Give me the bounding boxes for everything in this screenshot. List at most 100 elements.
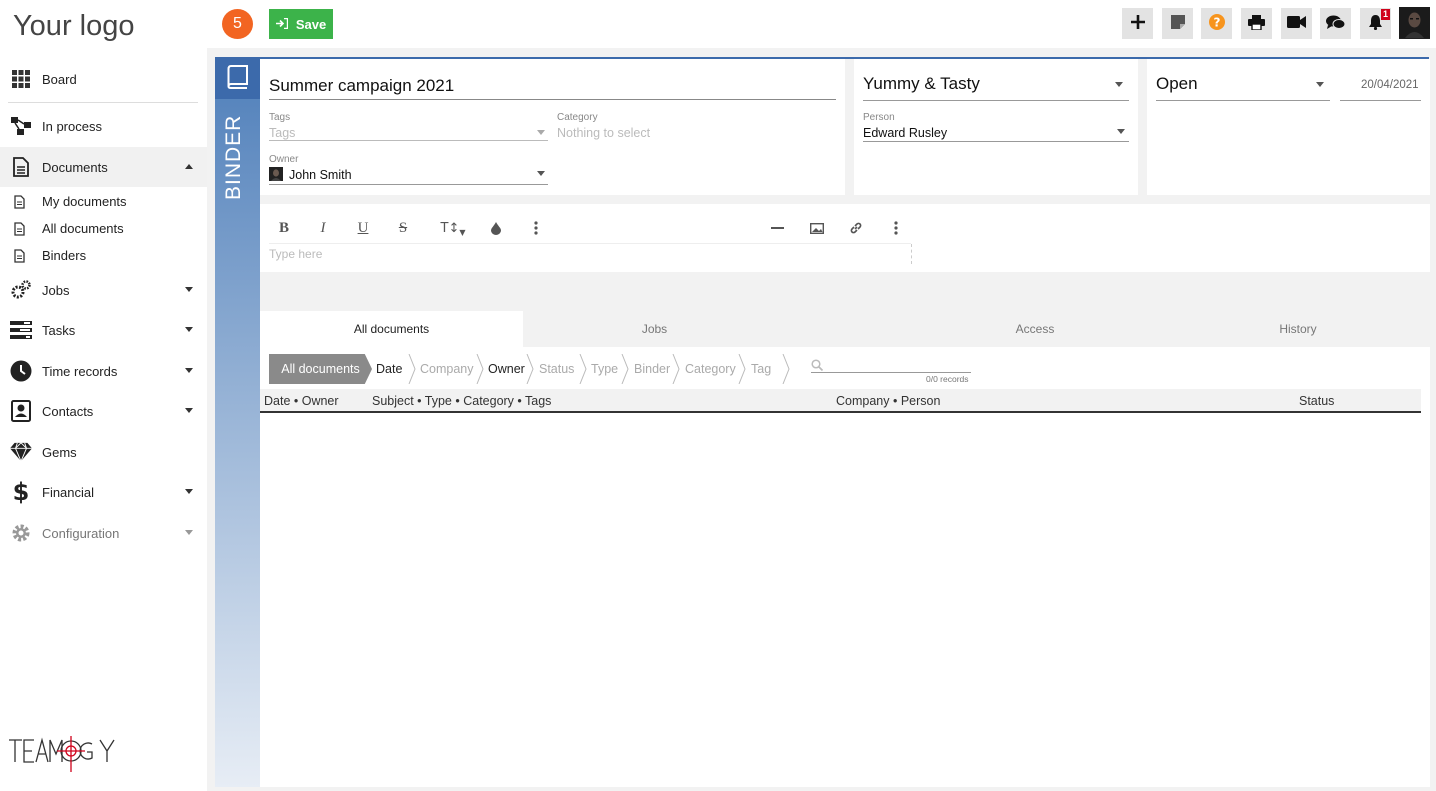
clock-icon	[10, 360, 32, 382]
tab-jobs[interactable]: Jobs	[523, 311, 786, 347]
chevron-down-icon[interactable]	[1117, 129, 1125, 134]
sidebar-item-label: All documents	[42, 221, 124, 236]
status-underline	[1156, 100, 1330, 101]
sidebar-item-board[interactable]: Board	[0, 59, 207, 99]
sidebar-item-documents[interactable]: Documents	[0, 147, 207, 187]
category-label: Category	[557, 112, 598, 123]
editor-text-area[interactable]: Type here	[269, 247, 322, 261]
italic-icon[interactable]: I	[313, 218, 333, 238]
tab-history[interactable]: History	[1168, 311, 1428, 347]
underline-icon[interactable]: U	[353, 218, 373, 238]
strikethrough-icon[interactable]: S	[393, 218, 413, 238]
sidebar-subitem-my-documents[interactable]: My documents	[0, 188, 207, 215]
dollar-icon: $	[12, 478, 30, 506]
column-header-company-person[interactable]: Company • Person	[836, 394, 940, 408]
notifications-button[interactable]: 1	[1360, 8, 1391, 39]
more-vertical-icon[interactable]	[526, 218, 546, 238]
sidebar-divider	[8, 102, 198, 103]
binder-side-label: BINDER	[222, 114, 245, 200]
user-avatar[interactable]	[1399, 6, 1430, 41]
tabs-bar: All documents Jobs Access History	[260, 311, 1430, 347]
video-camera-icon	[1287, 16, 1306, 31]
editor-resize-guide	[911, 244, 912, 264]
sidebar-item-label: Contacts	[42, 403, 94, 419]
color-drop-icon[interactable]	[486, 218, 506, 238]
sidebar-item-gems[interactable]: Gems	[0, 432, 207, 472]
font-size-icon[interactable]: T↕ ▼	[437, 218, 469, 238]
chevron-down-icon	[185, 530, 193, 535]
tags-underline	[269, 140, 548, 141]
link-icon[interactable]	[846, 218, 866, 238]
contact-card-icon	[10, 400, 32, 422]
chevron-up-icon	[185, 164, 193, 169]
save-button[interactable]: Save	[269, 9, 333, 39]
column-header-status[interactable]: Status	[1299, 394, 1334, 408]
help-button[interactable]: ?	[1201, 8, 1232, 39]
add-button[interactable]	[1122, 8, 1153, 39]
owner-label: Owner	[269, 154, 299, 165]
sidebar-subitem-all-documents[interactable]: All documents	[0, 215, 207, 242]
sticky-note-icon	[1170, 15, 1185, 32]
chevron-down-icon[interactable]	[1316, 82, 1324, 87]
sidebar-item-time-records[interactable]: Time records	[0, 351, 207, 391]
column-header-date-owner[interactable]: Date • Owner	[264, 394, 339, 408]
document-icon	[10, 156, 32, 178]
search-underline	[811, 372, 971, 373]
app-logo[interactable]: Your logo	[13, 10, 134, 43]
company-select[interactable]: Yummy & Tasty	[863, 74, 980, 94]
grid-icon	[10, 68, 32, 90]
print-button[interactable]	[1241, 8, 1272, 39]
editor-divider	[269, 243, 911, 244]
sidebar-item-in-process[interactable]: In process	[0, 106, 207, 146]
sidebar-item-jobs[interactable]: Jobs	[0, 270, 207, 310]
filter-all-documents[interactable]: All documents	[269, 354, 372, 384]
category-select[interactable]: Nothing to select	[557, 126, 650, 140]
sidebar-item-label: Board	[42, 71, 77, 87]
video-call-button[interactable]	[1281, 8, 1312, 39]
sidebar-item-configuration[interactable]: Configuration	[0, 513, 207, 553]
sidebar-item-contacts[interactable]: Contacts	[0, 391, 207, 431]
sidebar-item-label: Financial	[42, 484, 95, 500]
chevron-down-icon[interactable]	[537, 130, 545, 135]
sidebar-subitem-binders[interactable]: Binders	[0, 242, 207, 269]
plus-icon	[1130, 15, 1145, 32]
sidebar-item-label: Configuration	[42, 525, 120, 541]
owner-underline	[269, 184, 548, 185]
records-count: 0/0 records	[926, 374, 969, 384]
column-header-subject[interactable]: Subject • Type • Category • Tags	[372, 394, 551, 408]
tags-input[interactable]: Tags	[269, 126, 295, 140]
chevron-down-icon	[185, 327, 193, 332]
sidebar-item-label: Time records	[42, 363, 118, 379]
image-icon[interactable]	[807, 218, 827, 238]
company-underline	[863, 100, 1129, 101]
chevron-down-icon[interactable]	[537, 171, 545, 176]
binder-title-input[interactable]: Summer campaign 2021	[269, 76, 454, 96]
tab-access[interactable]: Access	[905, 311, 1165, 347]
filter-separators	[408, 354, 790, 384]
diamond-icon	[10, 441, 32, 463]
sidebar-item-label: My documents	[42, 194, 127, 209]
horizontal-rule-icon[interactable]	[767, 218, 787, 238]
avatar-image	[1399, 6, 1430, 41]
sticky-note-button[interactable]	[1162, 8, 1193, 39]
comments-icon	[1326, 15, 1346, 33]
chat-button[interactable]	[1320, 8, 1351, 39]
document-icon	[14, 248, 26, 263]
binder-header[interactable]	[215, 57, 260, 99]
gear-icon	[10, 522, 32, 544]
search-input[interactable]	[828, 356, 970, 372]
tab-all-documents[interactable]: All documents	[260, 311, 523, 347]
bold-icon[interactable]: B	[274, 218, 294, 238]
person-underline	[863, 141, 1129, 142]
chevron-down-icon[interactable]	[1115, 82, 1123, 87]
owner-select[interactable]: John Smith	[289, 168, 352, 182]
sidebar-item-label: Gems	[42, 444, 77, 460]
sidebar-item-financial[interactable]: $ Financial	[0, 472, 207, 512]
chevron-down-icon	[185, 489, 193, 494]
date-input[interactable]: 20/04/2021	[1361, 79, 1419, 91]
more-vertical-icon[interactable]	[886, 218, 906, 238]
sidebar-item-tasks[interactable]: Tasks	[0, 310, 207, 350]
save-button-label: Save	[295, 16, 327, 32]
status-select[interactable]: Open	[1156, 74, 1198, 94]
person-select[interactable]: Edward Rusley	[863, 126, 947, 140]
